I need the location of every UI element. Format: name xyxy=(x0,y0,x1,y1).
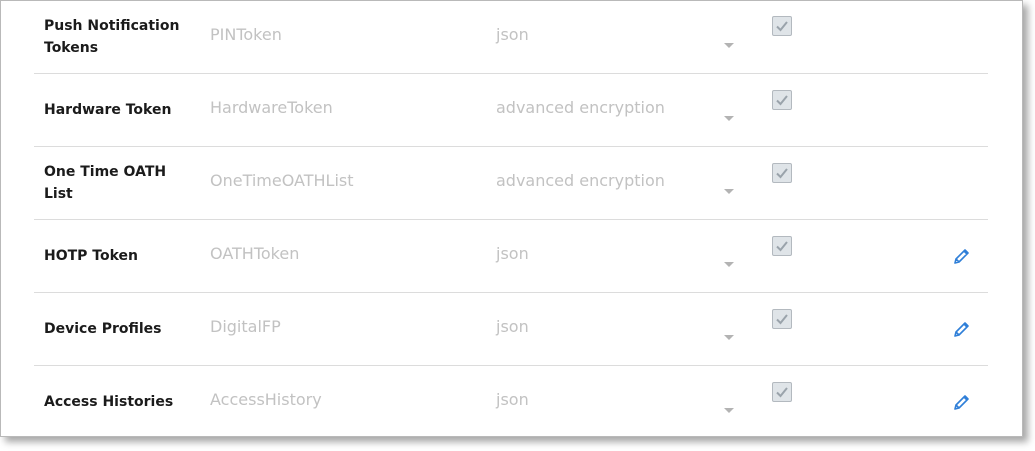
type-select[interactable]: OneTimeOATHList xyxy=(210,171,354,190)
chevron-down-icon[interactable] xyxy=(724,116,734,121)
pencil-icon[interactable] xyxy=(953,320,971,338)
table-row: Access Histories AccessHistory json xyxy=(34,366,988,436)
row-label: Hardware Token xyxy=(44,102,172,118)
enabled-checkbox[interactable] xyxy=(772,90,792,110)
enabled-checkbox[interactable] xyxy=(772,309,792,329)
format-select[interactable]: advanced encryption xyxy=(496,171,665,190)
enabled-checkbox[interactable] xyxy=(772,16,792,36)
row-label: Access Histories xyxy=(44,394,174,410)
checkmark-icon xyxy=(776,95,788,106)
chevron-down-icon[interactable] xyxy=(724,189,734,194)
token-settings-panel: Push Notification Tokens PINToken json H… xyxy=(0,0,1023,437)
table-row: One Time OATH List OneTimeOATHList advan… xyxy=(34,147,988,220)
checkmark-icon xyxy=(776,314,788,325)
row-label: One Time OATH List xyxy=(44,164,167,202)
type-select[interactable]: DigitalFP xyxy=(210,317,281,336)
pencil-icon[interactable] xyxy=(953,393,971,411)
checkmark-icon xyxy=(776,21,788,32)
format-select[interactable]: json xyxy=(496,317,529,336)
row-label: Device Profiles xyxy=(44,321,162,337)
format-select[interactable]: advanced encryption xyxy=(496,98,665,117)
chevron-down-icon[interactable] xyxy=(724,335,734,340)
pencil-icon[interactable] xyxy=(953,247,971,265)
type-select[interactable]: PINToken xyxy=(210,25,282,44)
enabled-checkbox[interactable] xyxy=(772,382,792,402)
chevron-down-icon[interactable] xyxy=(724,262,734,267)
table-row: HOTP Token OATHToken json xyxy=(34,220,988,293)
chevron-down-icon[interactable] xyxy=(724,43,734,48)
table-row: Hardware Token HardwareToken advanced en… xyxy=(34,74,988,147)
checkmark-icon xyxy=(776,168,788,179)
row-label: Push Notification Tokens xyxy=(44,18,180,56)
row-label: HOTP Token xyxy=(44,248,139,264)
type-select[interactable]: OATHToken xyxy=(210,244,299,263)
format-select[interactable]: json xyxy=(496,25,529,44)
type-select[interactable]: AccessHistory xyxy=(210,390,322,409)
enabled-checkbox[interactable] xyxy=(772,163,792,183)
table-row: Push Notification Tokens PINToken json xyxy=(34,1,988,74)
format-select[interactable]: json xyxy=(496,244,529,263)
enabled-checkbox[interactable] xyxy=(772,236,792,256)
type-select[interactable]: HardwareToken xyxy=(210,98,333,117)
checkmark-icon xyxy=(776,387,788,398)
chevron-down-icon[interactable] xyxy=(724,408,734,413)
format-select[interactable]: json xyxy=(496,390,529,409)
table-row: Device Profiles DigitalFP json xyxy=(34,293,988,366)
checkmark-icon xyxy=(776,241,788,252)
